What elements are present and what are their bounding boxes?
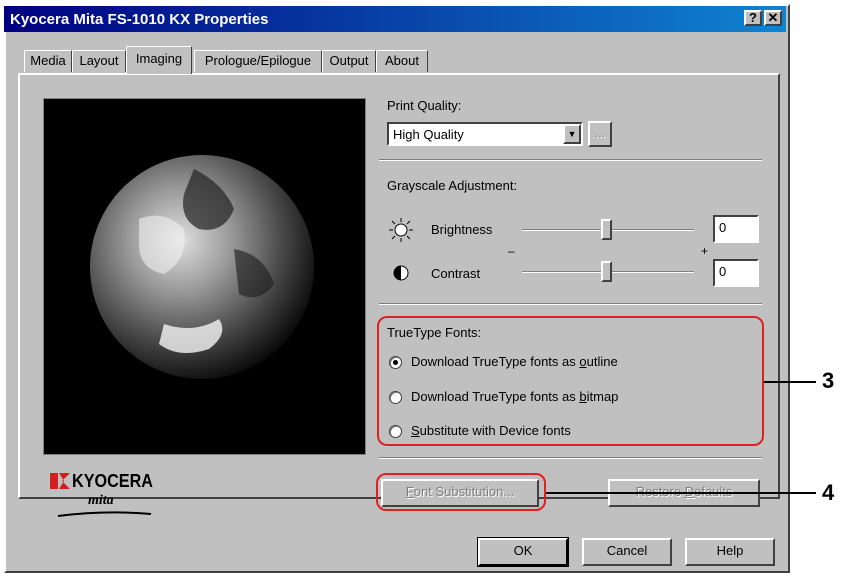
logo-swoosh [57,511,152,517]
kyocera-logo-mark [50,473,70,489]
cancel-button[interactable]: Cancel [582,538,672,566]
callout-3: 3 [822,368,835,393]
print-quality-more-button[interactable]: ... [588,121,612,147]
tab-layout[interactable]: Layout [72,50,126,72]
title-bar[interactable]: Kyocera Mita FS-1010 KX Properties ? ✕ [4,6,786,32]
window-title: Kyocera Mita FS-1010 KX Properties [10,11,269,28]
plus-label: + [701,244,709,258]
tab-output[interactable]: Output [322,50,376,72]
brightness-input[interactable]: 0 [713,215,759,243]
callout-4: 4 [822,480,835,505]
print-quality-select[interactable]: High Quality ▼ [387,122,583,146]
brightness-icon [389,218,413,242]
radio-button-device-fonts[interactable] [389,425,402,438]
radio-bitmap[interactable]: Download TrueType fonts as bitmap [389,389,689,407]
print-quality-value: High Quality [393,127,464,142]
radio-device-fonts[interactable]: Substitute with Device fonts [389,423,689,441]
tab-prologue-epilogue[interactable]: Prologue/Epilogue [194,50,322,72]
logo-sub: mita [88,493,114,508]
font-substitution-button[interactable]: Font Substitution... [381,479,539,507]
chevron-down-icon[interactable]: ▼ [563,124,581,144]
print-quality-label: Print Quality: [387,98,462,113]
brightness-label: Brightness [431,222,493,237]
ok-button[interactable]: OK [478,538,568,566]
tab-about[interactable]: About [376,50,428,72]
radio-bitmap-label: Download TrueType fonts as bitmap [411,389,619,404]
brightness-slider[interactable] [601,219,612,240]
separator [379,457,762,459]
callout-4-line [546,492,816,494]
tab-media[interactable]: Media [24,50,72,72]
preview-image [43,98,366,455]
truetype-label: TrueType Fonts: [387,325,482,340]
kyocera-mita-logo: KYOCERA mita [50,470,170,520]
minus-label: – [508,244,515,258]
contrast-label: Contrast [431,266,481,281]
radio-device-fonts-label: Substitute with Device fonts [411,423,571,438]
contrast-input[interactable]: 0 [713,259,759,287]
tab-imaging[interactable]: Imaging [126,46,192,74]
help-title-button[interactable]: ? [744,10,762,26]
callout-3-line [764,381,816,383]
separator [379,303,762,305]
radio-button-outline[interactable] [389,356,402,369]
logo-brand: KYOCERA [72,471,154,491]
help-button[interactable]: Help [685,538,775,566]
grayscale-label: Grayscale Adjustment: [387,178,518,193]
close-button[interactable]: ✕ [764,10,782,26]
separator [379,159,762,161]
radio-outline-label: Download TrueType fonts as outline [411,354,618,369]
radio-outline[interactable]: Download TrueType fonts as outline [389,354,689,372]
radio-button-bitmap[interactable] [389,391,402,404]
earth-image [90,155,314,379]
contrast-icon [393,265,409,281]
contrast-slider[interactable] [601,261,612,282]
radio-selected-dot [393,360,398,365]
